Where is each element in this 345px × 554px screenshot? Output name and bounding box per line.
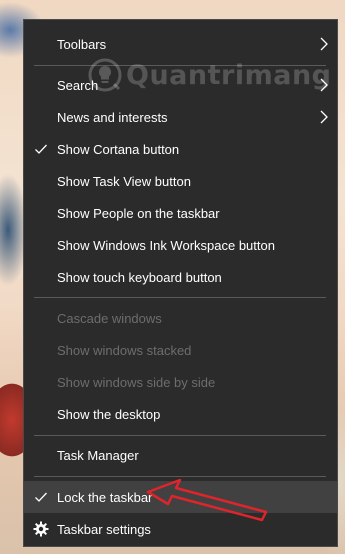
- menu-item-label: Task Manager: [57, 447, 139, 463]
- menu-item-windows-stacked: Show windows stacked: [24, 334, 337, 366]
- menu-item-label: Lock the taskbar: [57, 489, 153, 505]
- menu-item-toolbars[interactable]: Toolbars: [24, 28, 337, 60]
- menu-separator: [34, 476, 326, 477]
- menu-item-label: Show windows side by side: [57, 374, 216, 390]
- menu-item-label: Show the desktop: [57, 406, 161, 422]
- checkmark-icon: [35, 144, 47, 154]
- lightbulb-logo-icon: [88, 58, 122, 92]
- menu-item-show-touch-keyboard[interactable]: Show touch keyboard button: [24, 261, 337, 293]
- menu-item-label: Toolbars: [57, 36, 107, 52]
- menu-item-windows-side-by-side: Show windows side by side: [24, 366, 337, 398]
- menu-item-show-task-view-button[interactable]: Show Task View button: [24, 165, 337, 197]
- menu-item-show-cortana-button[interactable]: Show Cortana button: [24, 133, 337, 165]
- watermark-text: Quantrimang: [126, 60, 332, 91]
- chevron-right-icon: [320, 37, 328, 51]
- menu-item-show-people[interactable]: Show People on the taskbar: [24, 197, 337, 229]
- chevron-right-icon: [320, 110, 328, 124]
- menu-item-label: Show Task View button: [57, 173, 191, 189]
- gear-icon: [33, 521, 49, 537]
- menu-item-task-manager[interactable]: Task Manager: [24, 439, 337, 471]
- menu-item-show-desktop[interactable]: Show the desktop: [24, 398, 337, 430]
- menu-item-label: Show People on the taskbar: [57, 205, 220, 221]
- watermark: Quantrimang: [86, 58, 331, 98]
- menu-item-news-and-interests[interactable]: News and interests: [24, 101, 337, 133]
- menu-item-label: Show touch keyboard button: [57, 269, 222, 285]
- menu-item-show-ink-workspace[interactable]: Show Windows Ink Workspace button: [24, 229, 337, 261]
- menu-item-label: Cascade windows: [57, 310, 162, 326]
- checkmark-icon: [35, 492, 47, 502]
- annotation-arrow: [146, 478, 268, 522]
- menu-item-label: Show windows stacked: [57, 342, 192, 358]
- menu-item-label: Taskbar settings: [57, 521, 151, 537]
- menu-item-label: Show Cortana button: [57, 141, 180, 157]
- menu-separator: [34, 435, 326, 436]
- taskbar-context-menu: Toolbars Search News and interests Show …: [23, 19, 338, 547]
- menu-separator: [34, 297, 326, 298]
- menu-item-cascade-windows: Cascade windows: [24, 302, 337, 334]
- menu-item-label: News and interests: [57, 109, 168, 125]
- menu-item-label: Show Windows Ink Workspace button: [57, 237, 275, 253]
